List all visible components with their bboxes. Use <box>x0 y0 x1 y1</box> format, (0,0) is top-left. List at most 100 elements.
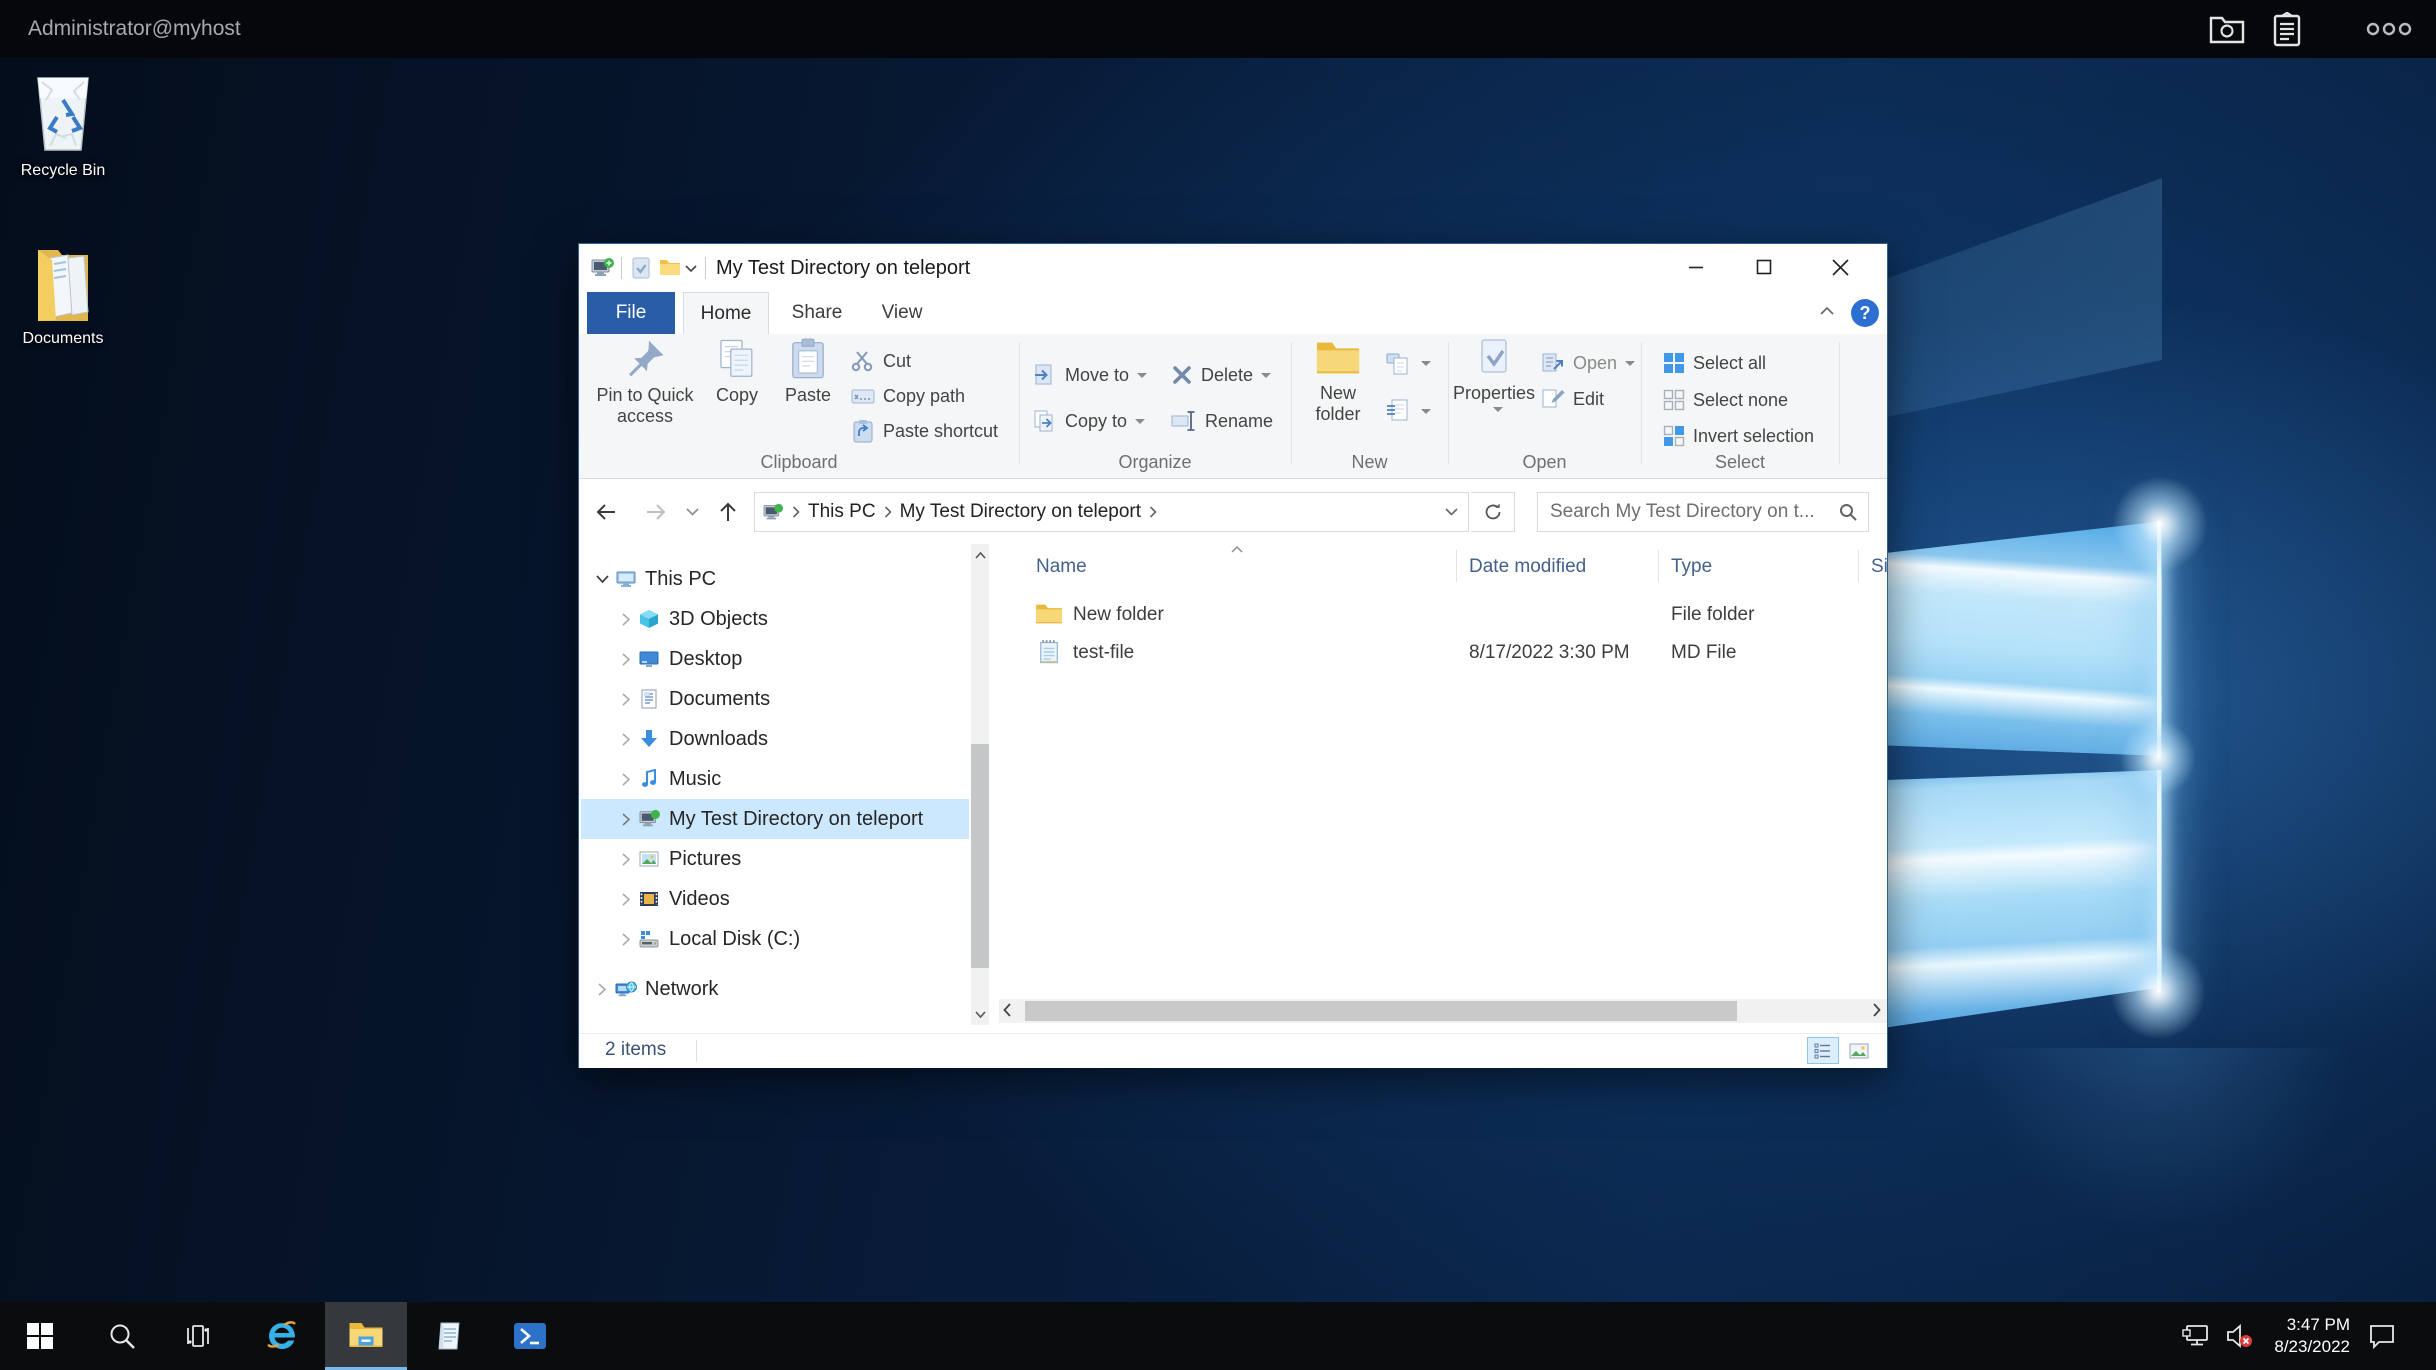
move-to-button[interactable]: Move to <box>1033 360 1147 390</box>
open-button[interactable]: Open <box>1541 348 1635 378</box>
chevron-right-icon[interactable] <box>613 813 639 826</box>
edit-button[interactable]: Edit <box>1541 384 1604 414</box>
tab-share[interactable]: Share <box>777 292 857 334</box>
paste-button[interactable]: Paste <box>777 338 839 406</box>
help-icon[interactable]: ? <box>1851 299 1879 327</box>
tree-item-this-pc[interactable]: This PC <box>579 559 971 599</box>
up-button[interactable] <box>711 495 745 529</box>
scroll-down-icon[interactable] <box>971 1005 989 1023</box>
copy-to-button[interactable]: Copy to <box>1033 406 1145 436</box>
tree-item-downloads[interactable]: Downloads <box>579 719 971 759</box>
new-folder-button[interactable]: New folder <box>1299 338 1377 425</box>
tree-item-local-disk-c[interactable]: Local Disk (C:) <box>579 919 971 959</box>
scrollbar-thumb[interactable] <box>971 744 989 968</box>
pin-to-quick-access-button[interactable]: Pin to Quick access <box>595 338 695 427</box>
task-view-button[interactable] <box>168 1302 228 1370</box>
search-icon[interactable] <box>1838 502 1858 522</box>
scroll-right-icon[interactable] <box>1873 1003 1881 1017</box>
taskbar-file-explorer[interactable] <box>325 1302 407 1370</box>
taskbar-search-button[interactable] <box>92 1302 152 1370</box>
column-divider[interactable] <box>1456 550 1457 582</box>
tree-item-videos[interactable]: Videos <box>579 879 971 919</box>
paste-shortcut-button[interactable]: Paste shortcut <box>851 416 998 446</box>
scrollbar-thumb[interactable] <box>1025 1001 1737 1021</box>
tab-file[interactable]: File <box>587 292 675 334</box>
taskbar-powershell[interactable] <box>500 1302 560 1370</box>
list-horizontal-scrollbar[interactable] <box>999 999 1887 1023</box>
folder-transfer-icon[interactable] <box>2208 12 2246 46</box>
file-row-test-file[interactable]: test-file 8/17/2022 3:30 PM MD File <box>999 634 1869 672</box>
clipboard-icon[interactable] <box>2272 12 2302 48</box>
qat-customize-chevron-icon[interactable] <box>685 265 697 272</box>
tree-item-network[interactable]: Network <box>579 969 971 1009</box>
taskbar-internet-explorer[interactable] <box>252 1302 312 1370</box>
refresh-button[interactable] <box>1471 492 1515 532</box>
chevron-right-icon[interactable] <box>589 983 615 996</box>
chevron-right-icon[interactable] <box>613 773 639 786</box>
breadcrumb-current-folder[interactable]: My Test Directory on teleport <box>896 501 1145 523</box>
new-item-button[interactable] <box>1385 348 1431 378</box>
search-box[interactable] <box>1537 492 1869 532</box>
tab-view[interactable]: View <box>865 292 939 334</box>
cut-button[interactable]: Cut <box>851 346 911 376</box>
chevron-right-icon[interactable] <box>613 733 639 746</box>
column-divider[interactable] <box>1658 550 1659 582</box>
copy-button[interactable]: Copy <box>701 338 773 406</box>
breadcrumb-chevron-icon[interactable] <box>792 506 800 518</box>
action-center-icon[interactable] <box>2358 1302 2406 1370</box>
chevron-right-icon[interactable] <box>613 933 639 946</box>
rename-button[interactable]: Rename <box>1171 406 1273 436</box>
scroll-left-icon[interactable] <box>1003 1003 1011 1017</box>
invert-selection-button[interactable]: Invert selection <box>1663 421 1814 451</box>
chevron-right-icon[interactable] <box>613 613 639 626</box>
properties-button[interactable]: Properties <box>1454 338 1534 412</box>
title-bar[interactable]: My Test Directory on teleport <box>579 244 1887 292</box>
close-button[interactable] <box>1807 244 1873 290</box>
chevron-right-icon[interactable] <box>613 853 639 866</box>
qat-properties-icon[interactable] <box>631 257 651 279</box>
tree-item-pictures[interactable]: Pictures <box>579 839 971 879</box>
back-button[interactable] <box>589 495 623 529</box>
tab-home[interactable]: Home <box>683 292 769 334</box>
tree-scrollbar[interactable] <box>971 544 989 1025</box>
tray-clock[interactable]: 3:47 PM 8/23/2022 <box>2274 1314 2350 1358</box>
column-header-size[interactable]: Size <box>1871 556 1887 578</box>
qat-folder-icon[interactable] <box>659 258 681 277</box>
recent-locations-chevron-icon[interactable] <box>679 495 705 529</box>
delete-button[interactable]: Delete <box>1171 360 1271 390</box>
select-none-button[interactable]: Select none <box>1663 385 1788 415</box>
tree-item-3d-objects[interactable]: 3D Objects <box>579 599 971 639</box>
select-all-button[interactable]: Select all <box>1663 348 1766 378</box>
maximize-button[interactable] <box>1731 244 1797 290</box>
start-button[interactable] <box>12 1302 68 1370</box>
easy-access-button[interactable] <box>1385 396 1431 426</box>
file-row-new-folder[interactable]: New folder File folder <box>999 596 1869 634</box>
ribbon-collapse-icon[interactable] <box>1819 306 1835 316</box>
chevron-down-icon[interactable] <box>589 575 615 584</box>
forward-button[interactable] <box>639 495 673 529</box>
tree-item-music[interactable]: Music <box>579 759 971 799</box>
column-header-date-modified[interactable]: Date modified <box>1469 556 1586 578</box>
address-dropdown-chevron-icon[interactable] <box>1445 508 1458 516</box>
chevron-right-icon[interactable] <box>613 693 639 706</box>
scroll-up-icon[interactable] <box>971 546 989 564</box>
breadcrumb-chevron-icon[interactable] <box>884 506 892 518</box>
address-bar[interactable]: This PC My Test Directory on teleport <box>754 492 1469 532</box>
column-divider[interactable] <box>1858 550 1859 582</box>
thumbnail-view-button[interactable] <box>1843 1037 1875 1064</box>
details-view-button[interactable] <box>1807 1037 1839 1064</box>
taskbar-notepad[interactable] <box>420 1302 480 1370</box>
tree-item-documents[interactable]: Documents <box>579 679 971 719</box>
tree-item-my-test-directory[interactable]: My Test Directory on teleport <box>581 799 969 839</box>
minimize-button[interactable] <box>1663 244 1729 290</box>
desktop-icon-documents[interactable]: Documents <box>4 244 122 348</box>
tray-network-icon[interactable] <box>2174 1302 2218 1370</box>
breadcrumb-this-pc[interactable]: This PC <box>804 501 880 523</box>
breadcrumb-chevron-icon[interactable] <box>1149 506 1157 518</box>
chevron-right-icon[interactable] <box>613 893 639 906</box>
search-input[interactable] <box>1538 501 1838 523</box>
column-header-name[interactable]: Name <box>1036 556 1087 578</box>
copy-path-button[interactable]: Copy path <box>851 381 965 411</box>
tree-item-desktop[interactable]: Desktop <box>579 639 971 679</box>
column-header-type[interactable]: Type <box>1671 556 1712 578</box>
